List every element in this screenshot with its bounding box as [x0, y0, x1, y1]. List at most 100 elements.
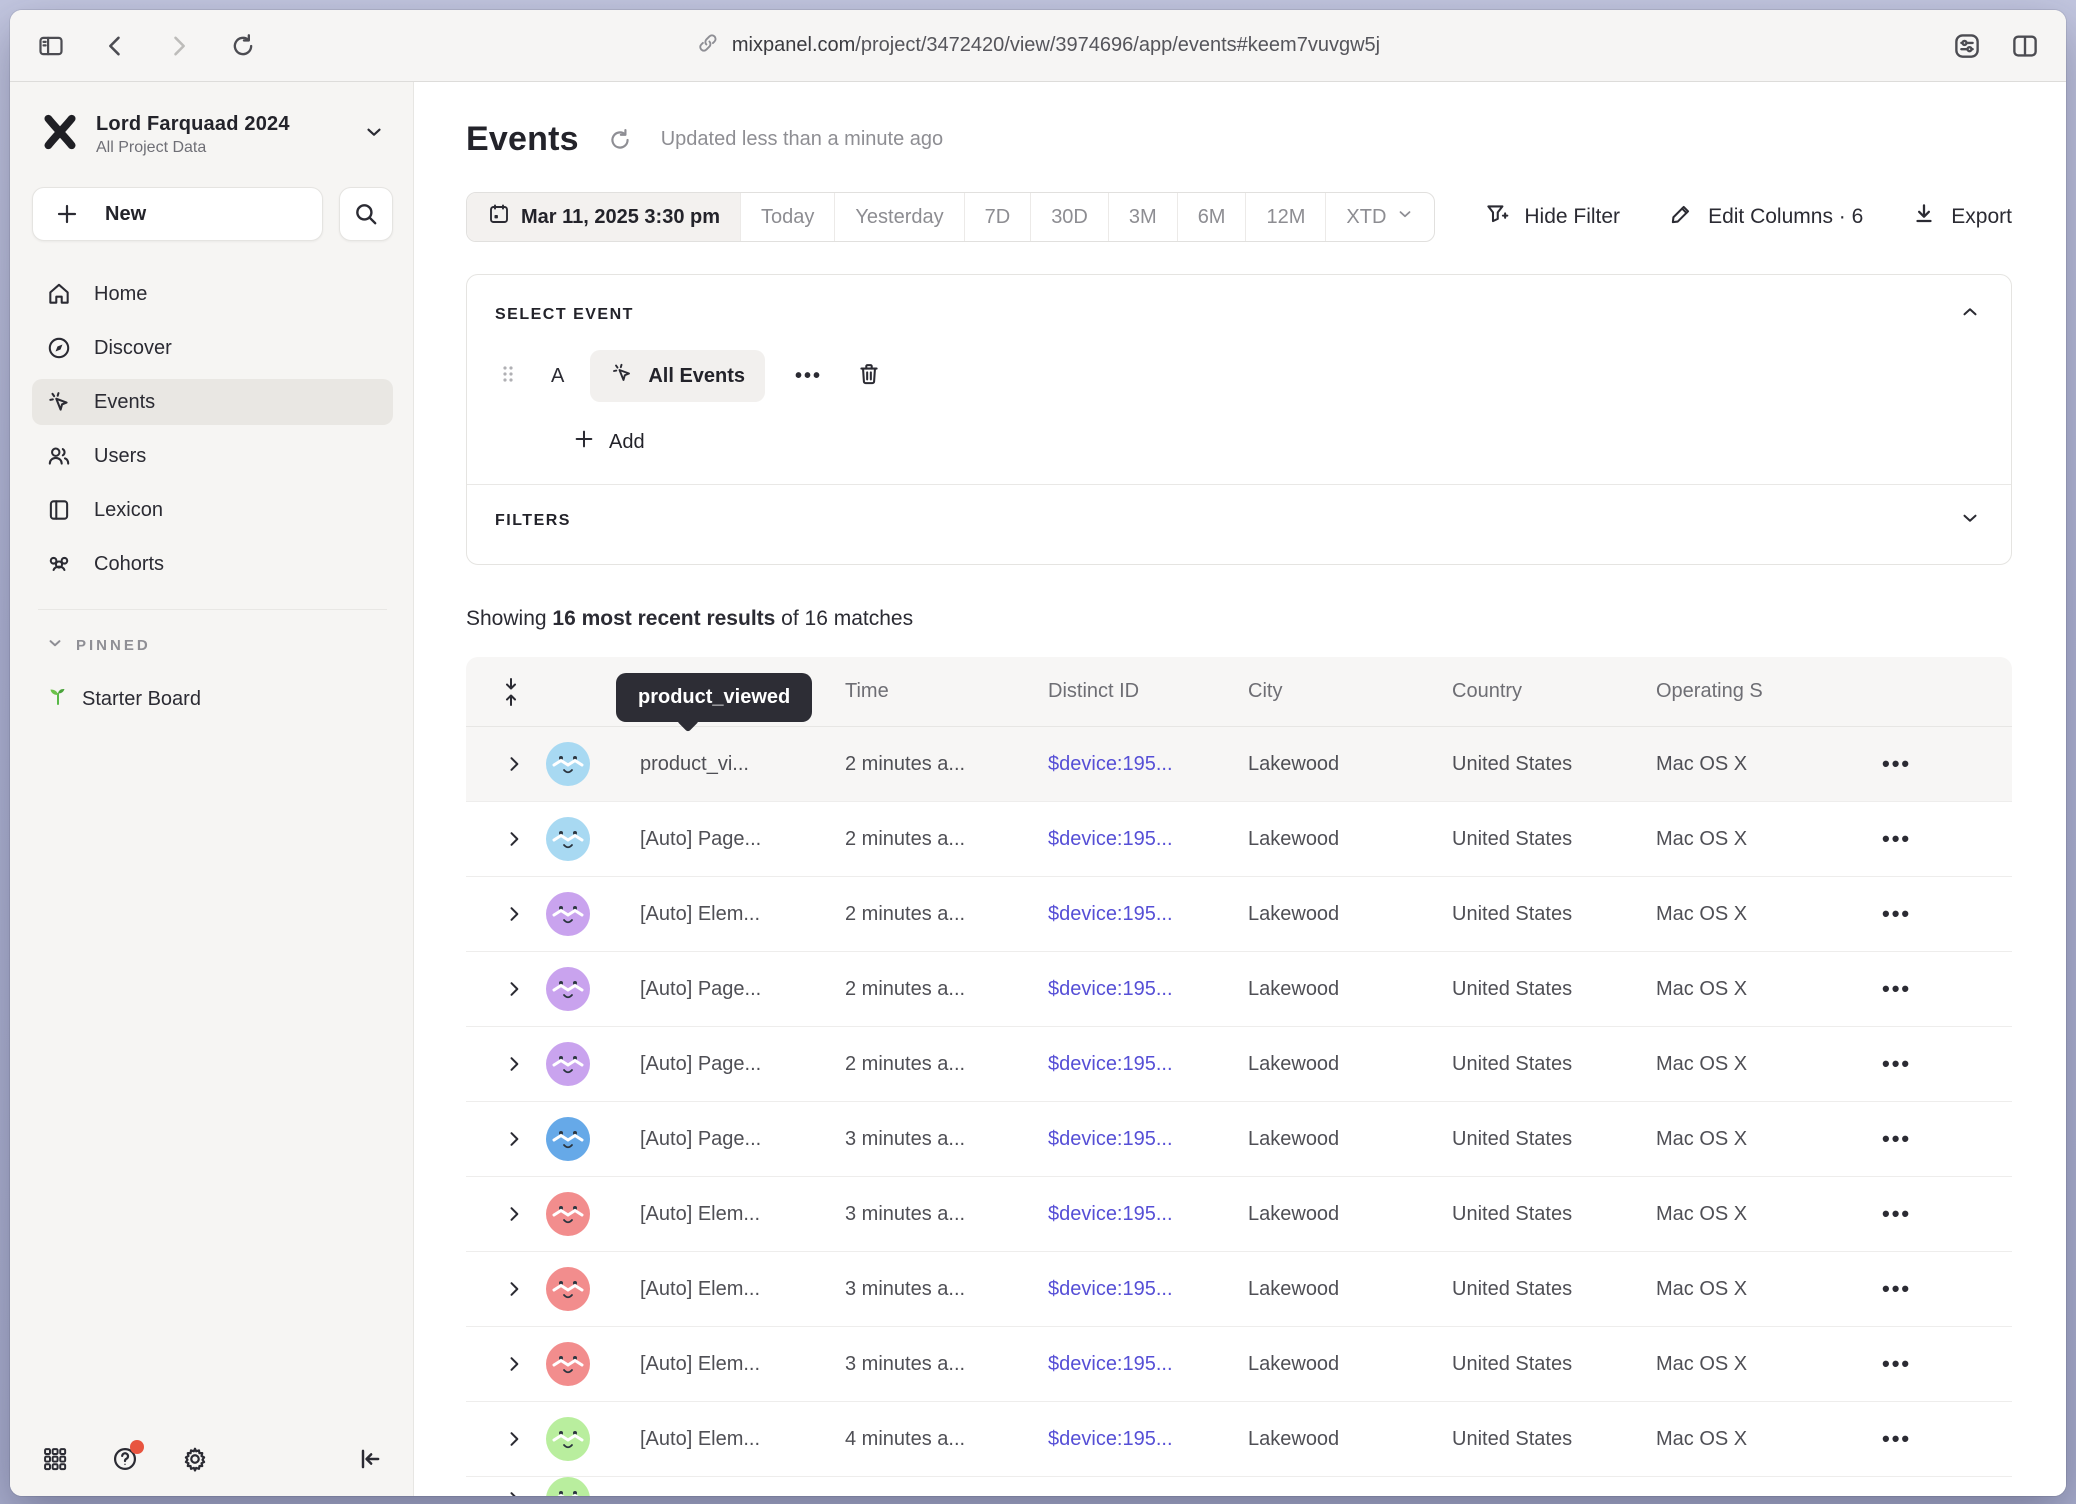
chevron-up-icon[interactable]	[1959, 301, 1981, 328]
page-settings-icon[interactable]	[1952, 31, 1982, 61]
event-name-cell: [Auto] Page...	[612, 1128, 845, 1151]
distinct-id-link[interactable]: $device:195...	[1048, 828, 1248, 851]
distinct-id-link[interactable]: $device:195...	[1048, 1128, 1248, 1151]
table-row[interactable]: [Auto] Page... 2 minutes a... $device:19…	[466, 952, 2012, 1027]
drag-handle-icon[interactable]	[501, 362, 521, 391]
expand-row-chevron-icon[interactable]	[466, 1129, 546, 1149]
hide-filter-label: Hide Filter	[1524, 205, 1620, 229]
collapse-sidebar-icon[interactable]	[355, 1444, 385, 1474]
refresh-icon[interactable]	[605, 125, 635, 155]
avatar	[546, 967, 590, 1011]
gear-icon[interactable]	[180, 1444, 210, 1474]
new-button[interactable]: New	[32, 187, 323, 241]
distinct-id-link[interactable]: $device:195...	[1048, 1053, 1248, 1076]
trash-icon[interactable]	[856, 361, 882, 392]
hide-filter-button[interactable]: Hide Filter	[1484, 201, 1620, 233]
expand-row-chevron-icon[interactable]	[466, 1204, 546, 1224]
date-picker-button[interactable]: Mar 11, 2025 3:30 pm	[467, 193, 741, 241]
expand-row-chevron-icon[interactable]	[466, 904, 546, 924]
table-row[interactable]: [Auto] Page... 3 minutes a... $device:19…	[466, 1102, 2012, 1177]
range-xtd-dropdown[interactable]: XTD	[1326, 193, 1434, 241]
project-switcher[interactable]: Lord Farquaad 2024 All Project Data	[32, 112, 393, 157]
distinct-id-link[interactable]: $device:195...	[1048, 978, 1248, 1001]
distinct-id-link[interactable]: $device:195...	[1048, 1353, 1248, 1376]
row-actions-menu[interactable]: •••	[1856, 1126, 2012, 1152]
sidebar-item-users[interactable]: Users	[32, 433, 393, 479]
split-view-icon[interactable]	[2010, 31, 2040, 61]
expand-row-chevron-icon[interactable]	[466, 979, 546, 999]
table-row[interactable]: [Auto] Elem... 3 minutes a... $device:19…	[466, 1252, 2012, 1327]
distinct-id-link[interactable]: $device:195...	[1048, 1203, 1248, 1226]
sidebar-item-lexicon[interactable]: Lexicon	[32, 487, 393, 533]
expand-row-chevron-icon[interactable]	[466, 1354, 546, 1374]
expand-row-chevron-icon[interactable]	[466, 1489, 546, 1496]
reload-icon[interactable]	[228, 31, 258, 61]
avatar	[546, 1477, 590, 1496]
distinct-id-link[interactable]: $device:195...	[1048, 1278, 1248, 1301]
os-cell: Mac OS X	[1656, 1278, 1856, 1301]
column-header-os[interactable]: Operating S	[1656, 680, 1856, 703]
distinct-id-link[interactable]: $device:195...	[1048, 1428, 1248, 1451]
search-button[interactable]	[339, 187, 393, 241]
back-icon[interactable]	[100, 31, 130, 61]
column-header-city[interactable]: City	[1248, 680, 1452, 703]
sidebar-item-discover[interactable]: Discover	[32, 325, 393, 371]
distinct-id-link[interactable]: $device:195...	[1048, 903, 1248, 926]
row-actions-menu[interactable]: •••	[1856, 901, 2012, 927]
chevron-down-icon[interactable]	[1959, 507, 1981, 534]
expand-row-chevron-icon[interactable]	[466, 754, 546, 774]
expand-row-chevron-icon[interactable]	[466, 829, 546, 849]
column-header-time[interactable]: Time	[845, 680, 1048, 703]
range-today-button[interactable]: Today	[741, 193, 835, 241]
expand-row-chevron-icon[interactable]	[466, 1054, 546, 1074]
sidebar-item-starter-board[interactable]: Starter Board	[46, 684, 393, 714]
os-cell: Mac OS X	[1656, 1428, 1856, 1451]
range-6m-button[interactable]: 6M	[1178, 193, 1247, 241]
range-30d-button[interactable]: 30D	[1031, 193, 1109, 241]
browser-sidebar-toggle-icon[interactable]	[36, 31, 66, 61]
table-row[interactable]: [Auto] Elem... 3 minutes a... $device:19…	[466, 1177, 2012, 1252]
forward-icon[interactable]	[164, 31, 194, 61]
country-cell: United States	[1452, 828, 1656, 851]
row-actions-menu[interactable]: •••	[1856, 751, 2012, 777]
collapse-rows-icon[interactable]	[466, 677, 546, 707]
address-bar[interactable]: mixpanel.com/project/3472420/view/397469…	[696, 10, 1380, 81]
sidebar-item-cohorts[interactable]: Cohorts	[32, 541, 393, 587]
sidebar-item-events[interactable]: Events	[32, 379, 393, 425]
row-actions-menu[interactable]: •••	[1856, 1051, 2012, 1077]
avatar	[546, 1117, 590, 1161]
column-header-country[interactable]: Country	[1452, 680, 1656, 703]
event-selector-pill[interactable]: All Events	[590, 350, 765, 402]
help-icon[interactable]	[110, 1444, 140, 1474]
add-event-button[interactable]: Add	[573, 428, 1981, 456]
table-row[interactable]: [Auto] Elem... 4 minutes a... $device:19…	[466, 1402, 2012, 1477]
expand-row-chevron-icon[interactable]	[466, 1279, 546, 1299]
row-actions-menu[interactable]: •••	[1856, 1201, 2012, 1227]
row-actions-menu[interactable]: •••	[1856, 1426, 2012, 1452]
table-row[interactable]: [Auto] Page... 2 minutes a... $device:19…	[466, 802, 2012, 877]
export-button[interactable]: Export	[1911, 201, 2012, 233]
row-actions-menu[interactable]: •••	[1856, 826, 2012, 852]
range-12m-button[interactable]: 12M	[1246, 193, 1326, 241]
range-7d-button[interactable]: 7D	[965, 193, 1032, 241]
sidebar-item-home[interactable]: Home	[32, 271, 393, 317]
cursor-click-icon	[610, 361, 634, 391]
apps-grid-icon[interactable]	[40, 1444, 70, 1474]
table-row[interactable]: [Auto] Elem... 2 minutes a... $device:19…	[466, 877, 2012, 952]
table-row[interactable]: product_vi... 2 minutes a... $device:195…	[466, 727, 2012, 802]
table-row[interactable]: [Auto] Page... 2 minutes a... $device:19…	[466, 1027, 2012, 1102]
column-header-distinct-id[interactable]: Distinct ID	[1048, 680, 1248, 703]
distinct-id-link[interactable]: $device:195...	[1048, 753, 1248, 776]
row-actions-menu[interactable]: •••	[1856, 1276, 2012, 1302]
expand-row-chevron-icon[interactable]	[466, 1429, 546, 1449]
event-row-menu-icon[interactable]: •••	[795, 365, 822, 388]
range-yesterday-button[interactable]: Yesterday	[835, 193, 964, 241]
edit-columns-button[interactable]: Edit Columns · 6	[1668, 201, 1863, 233]
table-row-partial[interactable]	[466, 1477, 2012, 1496]
row-actions-menu[interactable]: •••	[1856, 976, 2012, 1002]
range-3m-button[interactable]: 3M	[1109, 193, 1178, 241]
new-button-label: New	[105, 203, 146, 226]
pinned-section-header[interactable]: PINNED	[46, 634, 393, 656]
table-row[interactable]: [Auto] Elem... 3 minutes a... $device:19…	[466, 1327, 2012, 1402]
row-actions-menu[interactable]: •••	[1856, 1351, 2012, 1377]
